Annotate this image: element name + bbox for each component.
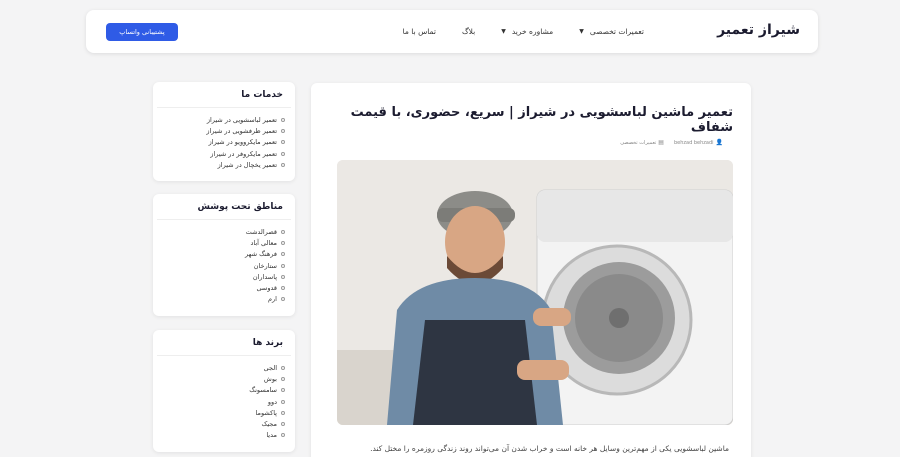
- list-item-label: فرهنگ شهر: [245, 250, 277, 259]
- list-item[interactable]: ستارخان: [163, 260, 285, 271]
- site-header: شیراز تعمیر تعمیرات تخصصی ▼ مشاوره خرید …: [86, 10, 818, 53]
- circle-bullet-icon: [281, 365, 285, 370]
- services-list: تعمیر لباسشویی در شیراز تعمیر ظرفشویی در…: [153, 108, 295, 170]
- list-item[interactable]: الجی: [163, 362, 285, 373]
- list-item[interactable]: دوو: [163, 396, 285, 407]
- brands-title: برند ها: [157, 330, 291, 356]
- list-item-label: بوش: [263, 374, 277, 383]
- list-item-label: الجی: [263, 363, 277, 372]
- list-item-label: تعمیر مایکروفر در شیراز: [210, 149, 277, 158]
- list-item-label: تعمیر ظرفشویی در شیراز: [206, 126, 277, 135]
- whatsapp-support-button[interactable]: پشتیبانی واتساپ: [106, 23, 178, 41]
- list-item[interactable]: تعمیر لباسشویی در شیراز: [163, 114, 285, 125]
- user-icon: 👤: [715, 139, 723, 146]
- list-item[interactable]: پاسداران: [163, 271, 285, 282]
- folder-icon: ▤: [658, 139, 664, 146]
- circle-bullet-icon: [281, 162, 285, 167]
- article-intro: ماشین لباسشویی یکی از مهم‌ترین وسایل هر …: [370, 444, 729, 453]
- circle-bullet-icon: [281, 422, 285, 427]
- circle-bullet-icon: [281, 252, 285, 257]
- circle-bullet-icon: [281, 433, 285, 438]
- list-item[interactable]: ارم: [163, 294, 285, 305]
- list-item[interactable]: مدیا: [163, 430, 285, 441]
- list-item[interactable]: تعمیر یخچال در شیراز: [163, 159, 285, 170]
- list-item[interactable]: تعمیر مایکروفر در شیراز: [163, 148, 285, 159]
- list-item-label: پاکشوما: [255, 408, 277, 417]
- list-item-label: پاسداران: [252, 272, 277, 281]
- category-name: تعمیرات تخصصی: [620, 139, 657, 146]
- list-item-label: تعمیر یخچال در شیراز: [217, 160, 277, 169]
- caret-down-icon: ▼: [501, 28, 506, 35]
- list-item-label: ارم: [268, 295, 277, 304]
- list-item-label: مجیک: [261, 420, 277, 429]
- circle-bullet-icon: [281, 274, 285, 279]
- coverage-areas-title: مناطق تحت پوشش: [157, 194, 291, 220]
- list-item[interactable]: معالی آباد: [163, 237, 285, 248]
- brands-list: الجی بوش سامسونگ دوو پاکشوما مجیک مدیا: [153, 356, 295, 441]
- technician-washing-machine-illustration: [337, 160, 733, 425]
- circle-bullet-icon: [281, 376, 285, 381]
- list-item-label: تعمیر لباسشویی در شیراز: [206, 115, 277, 124]
- list-item-label: تعمیر مایکروویو در شیراز: [208, 138, 277, 147]
- list-item[interactable]: قصرالدشت: [163, 226, 285, 237]
- list-item-label: معالی آباد: [250, 238, 277, 247]
- list-item[interactable]: تعمیر ظرفشویی در شیراز: [163, 125, 285, 136]
- article-title: تعمیر ماشین لباسشویی در شیراز | سریع، حض…: [350, 105, 733, 135]
- article-card: تعمیر ماشین لباسشویی در شیراز | سریع، حض…: [311, 83, 751, 457]
- nav-item-label: مشاوره خرید: [511, 27, 554, 36]
- list-item[interactable]: پاکشوما: [163, 407, 285, 418]
- nav-item-blog[interactable]: بلاگ: [462, 27, 475, 36]
- coverage-areas-list: قصرالدشت معالی آباد فرهنگ شهر ستارخان پا…: [153, 220, 295, 305]
- circle-bullet-icon: [281, 388, 285, 393]
- list-item[interactable]: بوش: [163, 373, 285, 384]
- list-item[interactable]: قدوسی: [163, 282, 285, 293]
- services-widget: خدمات ما تعمیر لباسشویی در شیراز تعمیر ظ…: [153, 82, 295, 181]
- nav-item-specialized-repairs[interactable]: تعمیرات تخصصی ▼: [579, 27, 644, 36]
- list-item-label: قدوسی: [256, 284, 277, 293]
- list-item-label: ستارخان: [253, 261, 277, 270]
- list-item-label: دوو: [267, 397, 277, 406]
- article-hero-image: [337, 160, 733, 425]
- author-name: behzad behzadi: [673, 139, 714, 146]
- list-item[interactable]: فرهنگ شهر: [163, 249, 285, 260]
- brands-widget: برند ها الجی بوش سامسونگ دوو پاکشوما مجی…: [153, 330, 295, 452]
- nav-item-label: تعمیرات تخصصی: [589, 27, 644, 36]
- article-meta: 👤 behzad behzadi ▤ تعمیرات تخصصی: [620, 139, 723, 146]
- list-item-label: مدیا: [266, 431, 277, 440]
- site-logo[interactable]: شیراز تعمیر: [717, 22, 800, 38]
- nav-item-label: تماس با ما: [402, 27, 436, 36]
- circle-bullet-icon: [281, 117, 285, 122]
- coverage-areas-widget: مناطق تحت پوشش قصرالدشت معالی آباد فرهنگ…: [153, 194, 295, 316]
- circle-bullet-icon: [281, 240, 285, 245]
- list-item[interactable]: مجیک: [163, 418, 285, 429]
- nav-item-contact[interactable]: تماس با ما: [403, 27, 436, 36]
- circle-bullet-icon: [281, 151, 285, 156]
- circle-bullet-icon: [281, 399, 285, 404]
- circle-bullet-icon: [281, 128, 285, 133]
- circle-bullet-icon: [281, 140, 285, 145]
- nav-item-label: بلاگ: [461, 27, 476, 36]
- list-item[interactable]: سامسونگ: [163, 385, 285, 396]
- list-item[interactable]: تعمیر مایکروویو در شیراز: [163, 137, 285, 148]
- caret-down-icon: ▼: [579, 28, 584, 35]
- circle-bullet-icon: [281, 229, 285, 234]
- category-link[interactable]: ▤ تعمیرات تخصصی: [620, 139, 664, 146]
- list-item-label: قصرالدشت: [245, 227, 277, 236]
- circle-bullet-icon: [281, 297, 285, 302]
- nav-item-purchase-advice[interactable]: مشاوره خرید ▼: [501, 27, 553, 36]
- author-link[interactable]: 👤 behzad behzadi: [674, 139, 723, 146]
- services-title: خدمات ما: [157, 82, 291, 108]
- circle-bullet-icon: [281, 286, 285, 291]
- circle-bullet-icon: [281, 410, 285, 415]
- main-nav: تعمیرات تخصصی ▼ مشاوره خرید ▼ بلاگ تماس …: [403, 27, 644, 36]
- list-item-label: سامسونگ: [249, 386, 277, 395]
- circle-bullet-icon: [281, 263, 285, 268]
